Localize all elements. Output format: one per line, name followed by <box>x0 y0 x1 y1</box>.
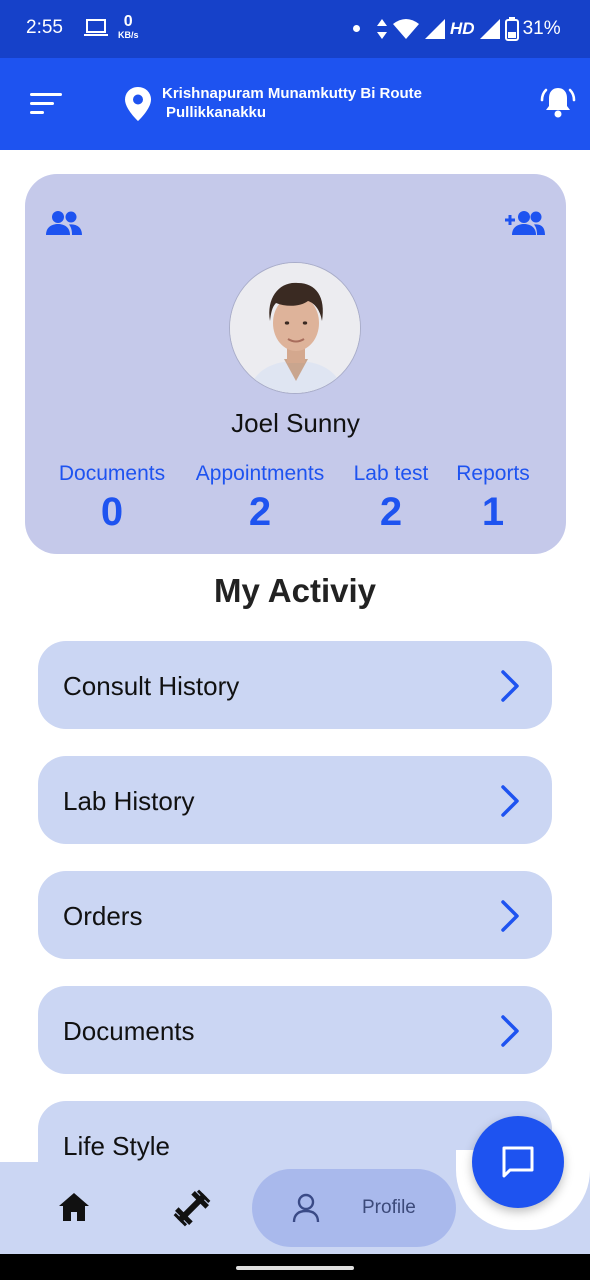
person-icon <box>292 1193 320 1228</box>
home-handle[interactable] <box>236 1266 354 1270</box>
network-type: HD <box>450 19 475 38</box>
notification-dot-icon <box>353 25 360 32</box>
group-icon[interactable] <box>45 210 83 241</box>
stat-value: 0 <box>100 490 124 534</box>
list-item-label: Consult History <box>63 671 240 701</box>
system-nav-bar <box>0 1254 590 1280</box>
list-item-label: Orders <box>63 901 143 931</box>
stat-appointments[interactable]: Appointments 2 <box>188 462 332 535</box>
data-arrows-icon <box>377 19 387 39</box>
stat-value: 2 <box>379 490 403 534</box>
chat-button[interactable] <box>472 1116 564 1208</box>
stat-label: Lab test <box>353 462 429 485</box>
dumbbell-icon[interactable] <box>172 1188 212 1233</box>
menu-icon[interactable] <box>30 93 64 117</box>
system-icons: HD 31% <box>376 16 561 42</box>
status-time: 2:55 <box>26 17 63 38</box>
nav-profile[interactable]: Profile <box>252 1169 456 1247</box>
signal-2-icon <box>479 19 500 39</box>
battery-level: 31% <box>522 18 561 39</box>
app-bar: Krishnapuram Munamkutty Bi Route Pullikk… <box>0 58 590 150</box>
nav-profile-label: Profile <box>362 1197 416 1218</box>
stat-label: Documents <box>58 462 166 485</box>
chevron-right-icon <box>500 899 520 938</box>
location-line1: Krishnapuram Munamkutty Bi Route <box>162 85 423 102</box>
stat-label: Appointments <box>195 462 325 485</box>
chevron-right-icon <box>500 784 520 823</box>
stat-value: 2 <box>248 490 272 534</box>
status-bar: 2:55 0 KB/s HD 31% <box>0 0 590 58</box>
list-item-label: Documents <box>63 1016 195 1046</box>
add-group-icon[interactable] <box>504 210 546 241</box>
stat-label: Reports <box>456 462 530 485</box>
list-item-documents[interactable]: Documents <box>38 986 552 1074</box>
list-item-label: Lab History <box>63 786 195 816</box>
net-speed: 0 KB/s <box>118 13 139 40</box>
battery-icon <box>504 17 519 41</box>
section-title: My Activiy <box>213 572 376 609</box>
wifi-icon <box>393 19 419 39</box>
list-item-consult-history[interactable]: Consult History <box>38 641 552 729</box>
signal-icon <box>425 19 445 39</box>
stat-value: 1 <box>481 490 505 534</box>
stat-reports[interactable]: Reports 1 <box>451 462 535 535</box>
location-line2: Pullikkanakku <box>166 104 267 121</box>
chevron-right-icon <box>500 1014 520 1053</box>
list-item-orders[interactable]: Orders <box>38 871 552 959</box>
bell-icon[interactable] <box>540 84 576 125</box>
current-location[interactable]: Krishnapuram Munamkutty Bi Route Pullikk… <box>162 84 422 122</box>
laptop-icon <box>84 18 108 43</box>
chevron-right-icon <box>500 669 520 708</box>
avatar[interactable] <box>229 262 361 394</box>
list-item-lab-history[interactable]: Lab History <box>38 756 552 844</box>
location-pin-icon[interactable] <box>124 86 152 127</box>
profile-card: Joel Sunny Documents 0 Appointments 2 La… <box>25 174 566 554</box>
user-name: Joel Sunny <box>231 408 360 438</box>
stat-documents[interactable]: Documents 0 <box>52 462 172 535</box>
home-icon[interactable] <box>58 1192 90 1227</box>
list-item-label: Life Style <box>63 1131 170 1161</box>
stat-lab-test[interactable]: Lab test 2 <box>348 462 434 535</box>
